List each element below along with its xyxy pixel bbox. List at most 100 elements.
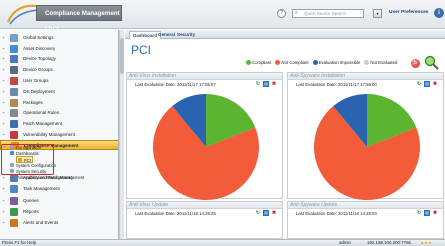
navigation-sidebar: + Global Settings + Asset Discovery + Device … (0, 30, 119, 239)
tab-general[interactable]: General (158, 31, 175, 39)
legend-item: Not Compliant (275, 59, 309, 66)
sidebar-item-label: Vulnerability Management (23, 132, 75, 137)
legend-dot-icon (246, 60, 251, 65)
sidebar-item-asset-discovery[interactable]: + Asset Discovery (0, 44, 118, 54)
status-bar: Press F1 for Help admin 192.168.100.200:… (0, 239, 445, 246)
sidebar-item-label: Device Topology (23, 56, 56, 61)
sidebar-scroll-thumb[interactable] (120, 38, 124, 74)
expand-toggle-icon[interactable]: + (1, 218, 6, 228)
legend-label: Evaluation Impossible (318, 60, 361, 65)
sidebar-item-packages[interactable]: + Packages (0, 98, 118, 108)
page-title: PCI (131, 43, 152, 57)
card-last-evaluation: Last Evaluation Date: 2011/11/17 17:58:0… (296, 82, 377, 87)
card-last-evaluation: Last Evaluation Date: 2011/11/17 17:55:5… (135, 82, 216, 87)
legend-label: Not Compliant (281, 60, 309, 65)
refresh-icon[interactable]: ↻ (255, 81, 261, 87)
patch-icon (10, 120, 18, 128)
refresh-all-button[interactable]: ↻ (411, 59, 420, 68)
card-title: Anti-Spyware Update (288, 202, 443, 209)
vulnerability-icon (10, 131, 18, 139)
dashboard-card: Anti-Spyware Installation Last Evaluation… (287, 72, 444, 200)
user-preferences-link[interactable]: User Preferences (389, 10, 428, 15)
expand-toggle-icon[interactable]: + (1, 207, 6, 217)
alerts-icon (10, 219, 18, 227)
refresh-icon[interactable]: ↻ (416, 210, 422, 216)
info-icon[interactable]: i (434, 8, 444, 18)
sidebar-item-label: Reports (23, 209, 39, 214)
sidebar-item-queries[interactable]: + Queries (0, 196, 118, 206)
sidebar-item-label: Global Settings (23, 35, 54, 40)
sidebar-item-label: Asset Discovery (23, 46, 56, 51)
expand-toggle-icon[interactable]: + (1, 196, 6, 206)
refresh-icon[interactable]: ↻ (416, 81, 422, 87)
sidebar-item-label: Application Management (23, 175, 73, 180)
sidebar-item-os-deployment[interactable]: + OS Deployment (0, 87, 118, 97)
status-user: admin (339, 240, 351, 245)
sidebar-item-patch-management[interactable]: + Patch Management (0, 119, 118, 129)
search-icon: ⌕ (295, 10, 299, 16)
sidebar-item-label: Packages (23, 100, 43, 105)
export-icon[interactable]: ▤ (424, 81, 430, 87)
dashboard-card: Anti-Virus Installation Last Evaluation D… (126, 72, 283, 200)
close-icon[interactable]: ✖ (432, 210, 438, 216)
legend-dot-icon (312, 60, 318, 65)
export-icon[interactable]: ▤ (424, 210, 430, 216)
legend-label: Compliant (252, 60, 272, 65)
sidebar-item-user-groups[interactable]: + User Groups (0, 76, 118, 86)
status-indicator-icons: ● ● ● (421, 240, 432, 245)
card-toolbar: ↻ ▤ ✖ (414, 210, 438, 216)
export-icon[interactable]: ▤ (263, 81, 269, 87)
expand-toggle-icon[interactable]: + (1, 87, 6, 97)
expand-toggle-icon[interactable]: + (1, 65, 6, 75)
search-dropdown-button[interactable]: ▾ (373, 9, 382, 18)
app-title: Compliance Management / PCI (36, 5, 122, 33)
app-header: Compliance Management / PCI ? Quick Devi… (0, 0, 445, 33)
expand-toggle-icon[interactable]: + (1, 108, 6, 118)
sidebar-item-device-topology[interactable]: + Device Topology (0, 54, 118, 64)
dashboard-card: Anti-Spyware Update Last Evaluation Date:… (287, 201, 444, 239)
export-icon[interactable]: ▤ (263, 210, 269, 216)
tab-security[interactable]: Security (177, 31, 195, 39)
tab-dashboard[interactable]: Dashboard (129, 31, 161, 39)
legend-label: Not Evaluated (370, 60, 398, 65)
status-legend: Compliant Not Compliant Evaluation Impossi… (246, 59, 401, 67)
sidebar-item-alerts-and-events[interactable]: + Alerts and Events (0, 218, 118, 228)
close-icon[interactable]: ✖ (271, 210, 277, 216)
refresh-icon[interactable]: ↻ (255, 210, 261, 216)
sidebar-scrollbar[interactable] (119, 30, 124, 239)
zoom-icon[interactable] (424, 55, 439, 70)
legend-dot-icon (364, 60, 370, 65)
quick-device-search-input[interactable]: Quick Device Search (292, 9, 364, 18)
close-icon[interactable]: ✖ (432, 81, 438, 87)
expand-toggle-icon[interactable]: + (1, 98, 6, 108)
expand-toggle-icon[interactable]: + (1, 33, 6, 43)
app-window: Compliance Management / PCI ? Quick Devi… (0, 0, 445, 246)
sidebar-item-device-groups[interactable]: + Device Groups (0, 65, 118, 75)
help-icon[interactable]: ? (277, 9, 286, 18)
expand-toggle-icon[interactable]: + (1, 173, 6, 183)
sidebar-item-reports[interactable]: + Reports (0, 207, 118, 217)
close-icon[interactable]: ✖ (271, 81, 277, 87)
gear-icon (10, 109, 18, 117)
os-deploy-icon (10, 88, 18, 96)
sidebar-item-vulnerability-management[interactable]: + Vulnerability Management (0, 130, 118, 140)
expand-toggle-icon[interactable]: + (1, 44, 6, 54)
sidebar-item-task-management[interactable]: + Task Management (0, 184, 118, 194)
expand-toggle-icon[interactable]: + (1, 130, 6, 140)
expand-toggle-icon[interactable]: + (1, 119, 6, 129)
app-mgmt-icon (10, 174, 18, 182)
dashboard-card: Anti-Virus Update Last Evaluation Date: 2… (126, 201, 283, 239)
sidebar-item-label: Operational Rules (23, 110, 60, 115)
sidebar-item-global-settings[interactable]: + Global Settings (0, 33, 118, 43)
legend-dot-icon (275, 60, 281, 65)
expand-toggle-icon[interactable]: + (1, 54, 6, 64)
card-title: Anti-Virus Update (127, 202, 282, 209)
expand-toggle-icon[interactable]: + (1, 184, 6, 194)
sidebar-item-application-management[interactable]: + Application Management (0, 173, 118, 183)
sidebar-item-label: Patch Management (23, 121, 63, 126)
sidebar-item-label: Alerts and Events (23, 220, 59, 225)
collapse-toggle-icon[interactable]: – (2, 141, 7, 151)
sidebar-item-operational-rules[interactable]: + Operational Rules (0, 108, 118, 118)
expand-toggle-icon[interactable]: + (1, 76, 6, 86)
folder-icon (10, 151, 14, 155)
